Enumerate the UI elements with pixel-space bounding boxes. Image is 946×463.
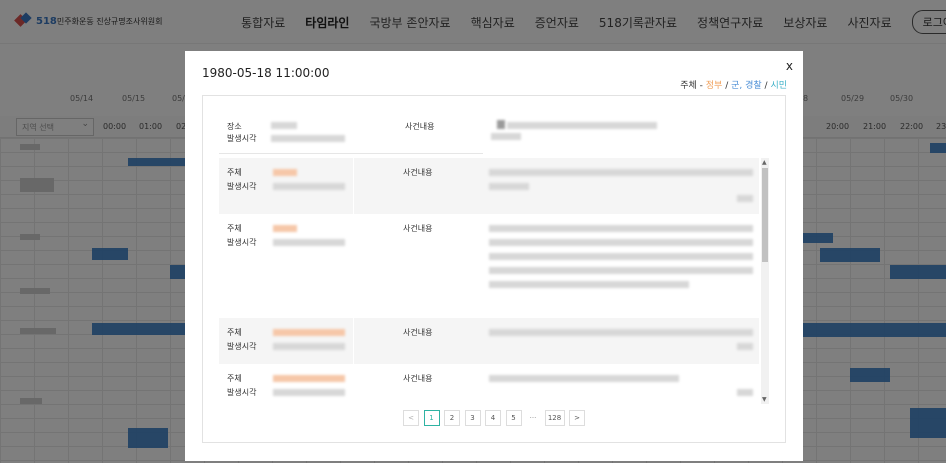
redacted-time bbox=[273, 239, 345, 246]
occurred-time-label: 발생시각 bbox=[227, 342, 257, 351]
event-detail-modal: 1980-05-18 11:00:00 x 주체 - 정부 / 군, 경찰 / … bbox=[185, 51, 803, 461]
event-row[interactable]: 주체 발생시각 사건내용 bbox=[219, 158, 759, 214]
occurred-time-label: 발생시각 bbox=[227, 238, 257, 247]
redacted-content bbox=[489, 281, 689, 288]
redacted-content bbox=[507, 122, 657, 129]
close-icon[interactable]: x bbox=[786, 59, 793, 73]
redacted-content bbox=[489, 183, 529, 190]
redacted-subject bbox=[273, 375, 345, 382]
page-button-4[interactable]: 4 bbox=[485, 410, 501, 426]
redacted-content bbox=[489, 225, 753, 232]
page-button-3[interactable]: 3 bbox=[464, 410, 481, 426]
subject-label: 주체 bbox=[227, 328, 242, 337]
redacted-time bbox=[273, 183, 345, 190]
modal-title: 1980-05-18 11:00:00 bbox=[202, 66, 330, 80]
page-button-last[interactable]: 128 bbox=[544, 410, 565, 426]
scroll-thumb[interactable] bbox=[762, 168, 768, 262]
next-page-button[interactable]: > bbox=[569, 410, 585, 426]
legend-gov: 정부 bbox=[705, 81, 723, 91]
occurred-time-label: 발생시각 bbox=[227, 134, 257, 143]
legend-prefix: 주체 - bbox=[680, 81, 706, 91]
pagination-ellipsis: ··· bbox=[526, 410, 540, 426]
column-divider bbox=[353, 158, 354, 214]
scroll-up-icon[interactable]: ▲ bbox=[762, 159, 767, 166]
redacted-content bbox=[737, 389, 753, 396]
page-button-2[interactable]: 2 bbox=[444, 410, 460, 426]
event-content-label: 사건내용 bbox=[403, 328, 433, 337]
legend-citizen: 시민 bbox=[770, 81, 787, 91]
scroll-down-icon[interactable]: ▼ bbox=[762, 396, 767, 403]
redacted-subject bbox=[273, 225, 297, 232]
event-list[interactable]: 주체 발생시각 사건내용 주체 발생시각 사건내용 주체 발생시각 사건내용 주… bbox=[219, 158, 771, 404]
redacted-mark bbox=[497, 120, 505, 129]
redacted-content bbox=[489, 267, 753, 274]
column-divider bbox=[353, 318, 354, 364]
event-row[interactable]: 주체 발생시각 사건내용 bbox=[219, 318, 759, 364]
divider bbox=[219, 153, 483, 154]
legend-army-police: 군, 경찰 bbox=[731, 81, 762, 91]
list-scrollbar[interactable]: ▲ ▼ bbox=[761, 158, 769, 404]
pagination: < 1 2 3 4 5 ··· 128 > bbox=[403, 410, 590, 426]
event-row[interactable]: 주체 발생시각 사건내용 bbox=[219, 214, 759, 318]
redacted-time bbox=[273, 389, 345, 396]
redacted-place bbox=[271, 122, 297, 129]
event-content-label: 사건내용 bbox=[403, 374, 433, 383]
page-button-1[interactable]: 1 bbox=[423, 410, 440, 426]
redacted-content bbox=[489, 253, 753, 260]
redacted-content bbox=[491, 133, 521, 140]
occurred-time-label: 발생시각 bbox=[227, 388, 257, 397]
redacted-content bbox=[737, 195, 753, 202]
event-row[interactable]: 주체 발생시각 사건내용 bbox=[219, 364, 759, 404]
redacted-content bbox=[489, 375, 679, 382]
occurred-time-label: 발생시각 bbox=[227, 182, 257, 191]
redacted-subject bbox=[273, 169, 297, 176]
event-content-label: 사건내용 bbox=[405, 122, 435, 131]
subject-legend: 주체 - 정부 / 군, 경찰 / 시민 bbox=[680, 78, 787, 91]
redacted-time bbox=[273, 343, 345, 350]
legend-sep: / bbox=[722, 81, 732, 91]
place-label: 장소 bbox=[227, 122, 242, 131]
subject-label: 주체 bbox=[227, 168, 242, 177]
redacted-content bbox=[737, 343, 753, 350]
modal-content: 장소 발생시각 사건내용 주체 발생시각 사건내용 주체 발생시각 사건내용 주… bbox=[202, 95, 786, 443]
redacted-content bbox=[489, 169, 753, 176]
event-content-label: 사건내용 bbox=[403, 168, 433, 177]
prev-page-button[interactable]: < bbox=[403, 410, 419, 426]
redacted-content bbox=[489, 239, 753, 246]
event-content-label: 사건내용 bbox=[403, 224, 433, 233]
subject-label: 주체 bbox=[227, 374, 242, 383]
page-button-5[interactable]: 5 bbox=[505, 410, 522, 426]
redacted-content bbox=[489, 329, 753, 336]
subject-label: 주체 bbox=[227, 224, 242, 233]
redacted-subject bbox=[273, 329, 345, 336]
redacted-time bbox=[271, 135, 345, 142]
